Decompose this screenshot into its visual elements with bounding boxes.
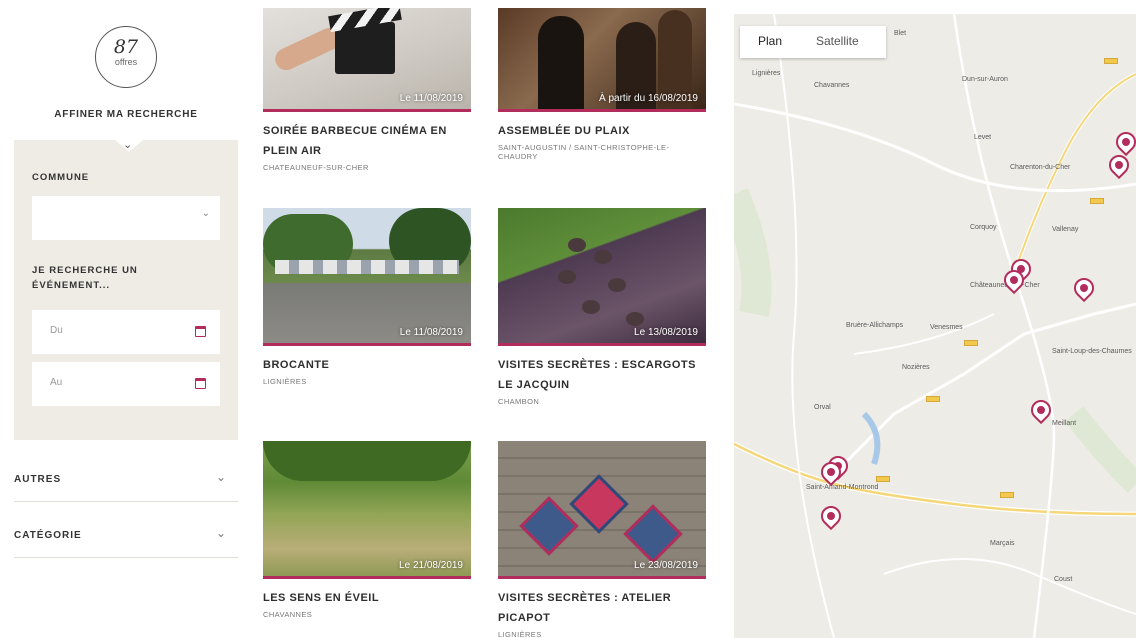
date-from-placeholder: Du — [50, 325, 63, 336]
map-place-label: Dun-sur-Auron — [962, 76, 1008, 83]
road-number-badge — [926, 396, 940, 402]
snail-shape — [626, 312, 644, 326]
heart-ornament-icon — [623, 504, 683, 564]
event-place: CHATEAUNEUF-SUR-CHER — [263, 163, 369, 172]
event-date: Le 13/08/2019 — [634, 327, 698, 338]
person-shape — [538, 16, 584, 109]
road-number-badge — [1090, 198, 1104, 204]
event-title[interactable]: SOIRÉE BARBECUE CINÉMA EN PLEIN AIR — [263, 121, 471, 161]
event-thumbnail[interactable]: Le 11/08/2019 — [263, 8, 471, 112]
map-plan-button[interactable]: Plan — [758, 34, 782, 48]
map-place-label: Saint-Amand-Montrond — [806, 484, 879, 491]
date-to-input[interactable]: Au — [32, 362, 220, 406]
results-count-label: offres — [114, 57, 138, 67]
map-satellite-button[interactable]: Satellite — [816, 34, 859, 48]
event-card[interactable]: Le 21/08/2019 LES SENS EN ÉVEIL CHAVANNE… — [263, 441, 471, 619]
road-number-badge — [1104, 58, 1118, 64]
event-thumbnail[interactable]: Le 21/08/2019 — [263, 441, 471, 579]
event-card[interactable]: Le 11/08/2019 SOIRÉE BARBECUE CINÉMA EN … — [263, 8, 471, 172]
road-number-badge — [876, 476, 890, 482]
map-place-label: Levet — [974, 134, 992, 141]
event-card[interactable]: Le 23/08/2019 VISITES SECRÈTES : ATELIER… — [498, 441, 706, 638]
map-place-label: Saint-Loup-des-Chaumes — [1052, 348, 1132, 355]
map-place-label: Marçais — [990, 540, 1015, 547]
event-place: LIGNIÈRES — [263, 377, 307, 386]
map-place-label: Coust — [1054, 576, 1073, 583]
event-thumbnail[interactable]: Le 23/08/2019 — [498, 441, 706, 579]
event-date: Le 11/08/2019 — [399, 93, 463, 104]
event-place: CHAVANNES — [263, 610, 313, 619]
road-number-badge — [1000, 492, 1014, 498]
commune-select[interactable]: ⌄ — [32, 196, 220, 240]
event-thumbnail[interactable]: À partir du 16/08/2019 — [498, 8, 706, 112]
map-place-label: Vallenay — [1052, 226, 1079, 233]
event-title[interactable]: ASSEMBLÉE DU PLAIX — [498, 121, 706, 141]
event-title[interactable]: VISITES SECRÈTES : ATELIER PICAPOT — [498, 588, 706, 628]
snail-shape — [594, 250, 612, 264]
accordion-autres[interactable]: AUTRES ⌄ — [14, 458, 238, 502]
event-place: LIGNIÈRES — [498, 630, 542, 638]
calendar-icon[interactable] — [195, 326, 206, 337]
commune-label: COMMUNE — [32, 172, 90, 183]
event-date: Le 21/08/2019 — [399, 560, 463, 571]
road-number-badge — [964, 340, 978, 346]
map-type-toggle: Plan Satellite — [740, 26, 886, 58]
event-thumbnail[interactable]: Le 13/08/2019 — [498, 208, 706, 346]
event-card[interactable]: À partir du 16/08/2019 ASSEMBLÉE DU PLAI… — [498, 8, 706, 161]
event-title[interactable]: LES SENS EN ÉVEIL — [263, 588, 471, 608]
date-from-input[interactable]: Du — [32, 310, 220, 354]
event-place: CHAMBON — [498, 397, 540, 406]
event-date: Le 23/08/2019 — [634, 560, 698, 571]
map-place-label: Lignières — [752, 70, 781, 77]
market-stall-shape — [275, 260, 459, 274]
chevron-down-icon: ⌄ — [215, 470, 226, 484]
date-to-placeholder: Au — [50, 377, 63, 388]
filter-panel: ⌄ COMMUNE ⌄ JE RECHERCHE UN ÉVÉNEMENT...… — [14, 138, 238, 440]
event-date: Le 11/08/2019 — [399, 327, 463, 338]
filter-sidebar: 87 offres AFFINER MA RECHERCHE ⌄ COMMUNE… — [0, 0, 240, 638]
snail-shape — [568, 238, 586, 252]
chevron-down-icon: ⌄ — [215, 526, 226, 540]
events-map[interactable]: Plan Satellite Blet Dun-sur-Auron Ligniè… — [734, 14, 1136, 638]
map-place-label: Bruère-Allichamps — [846, 322, 904, 329]
accordion-categorie[interactable]: CATÉGORIE ⌄ — [14, 514, 238, 558]
event-date: À partir du 16/08/2019 — [599, 93, 698, 104]
collapse-chevron-icon[interactable]: ⌄ — [123, 138, 132, 151]
event-search-label: JE RECHERCHE UN ÉVÉNEMENT... — [32, 265, 138, 291]
snail-shape — [558, 270, 576, 284]
event-thumbnail[interactable]: Le 11/08/2019 — [263, 208, 471, 346]
calendar-icon[interactable] — [195, 378, 206, 389]
bush-shape — [263, 441, 471, 481]
map-place-label: Meillant — [1052, 420, 1077, 427]
event-title[interactable]: BROCANTE — [263, 355, 471, 375]
map-place-label: Charenton-du-Cher — [1010, 164, 1071, 171]
map-place-label: Chavannes — [814, 82, 850, 89]
map-place-label: Corquoy — [970, 224, 997, 231]
event-place: SAINT-AUGUSTIN / SAINT-CHRISTOPHE-LE-CHA… — [498, 143, 670, 161]
accordion-autres-label: AUTRES — [14, 474, 62, 485]
snail-shape — [582, 300, 600, 314]
event-card[interactable]: Le 13/08/2019 VISITES SECRÈTES : ESCARGO… — [498, 208, 706, 406]
map-place-label: Nozières — [902, 364, 930, 371]
map-place-label: Orval — [814, 404, 831, 411]
chevron-down-icon: ⌄ — [201, 208, 210, 219]
event-card[interactable]: Le 11/08/2019 BROCANTE LIGNIÈRES — [263, 208, 471, 386]
refine-search-title: AFFINER MA RECHERCHE — [54, 109, 198, 120]
map-place-label: Venesmes — [930, 324, 963, 331]
event-title[interactable]: VISITES SECRÈTES : ESCARGOTS LE JACQUIN — [498, 355, 706, 395]
snail-shape — [608, 278, 626, 292]
map-place-label: Blet — [894, 30, 907, 37]
results-count-badge: 87 offres — [95, 26, 157, 88]
results-count: 87 — [113, 36, 139, 58]
accordion-categorie-label: CATÉGORIE — [14, 530, 82, 541]
